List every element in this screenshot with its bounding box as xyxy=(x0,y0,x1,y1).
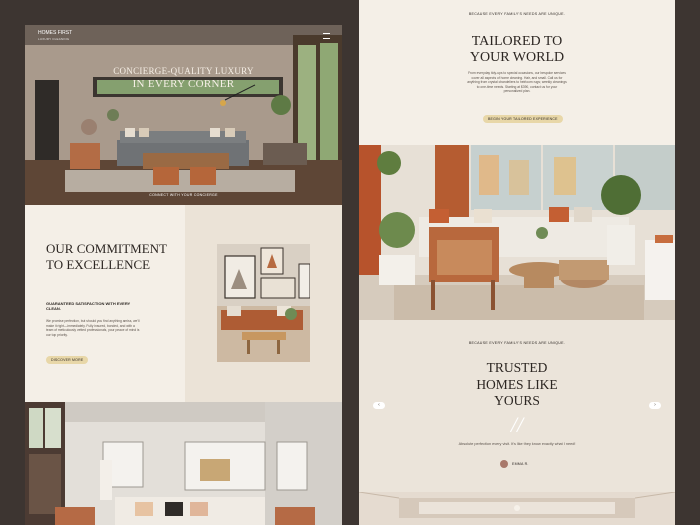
hero-title-line2: IN EVERY CORNER xyxy=(132,78,235,90)
ceiling-photo xyxy=(359,492,675,525)
left-column: HOMES FIRST LUXURY CLEANING CONCIERGE-QU… xyxy=(25,25,342,525)
brand-tagline: LUXURY CLEANING xyxy=(38,37,70,41)
hero-title-line1: CONCIERGE-QUALITY LUXURY xyxy=(113,66,254,76)
bedroom-art-photo xyxy=(217,244,310,362)
prev-testimonial-button[interactable]: ‹ xyxy=(373,402,385,409)
hero-living-room-photo xyxy=(25,25,342,205)
tailored-eyebrow: BECAUSE EVERY FAMILY'S NEEDS ARE UNIQUE. xyxy=(468,12,566,16)
bright-living-room-photo xyxy=(25,402,342,525)
commitment-subtitle: GUARANTEED SATISFACTION WITH EVERY CLEAN… xyxy=(46,301,131,311)
testimonials-section: BECAUSE EVERY FAMILY'S NEEDS ARE UNIQUE.… xyxy=(359,320,675,492)
tailored-section: BECAUSE EVERY FAMILY'S NEEDS ARE UNIQUE.… xyxy=(359,0,675,145)
commitment-section: OUR COMMITMENT TO EXCELLENCE GUARANTEED … xyxy=(25,205,342,402)
quote-mark-icon: // xyxy=(510,412,524,437)
right-column: BECAUSE EVERY FAMILY'S NEEDS ARE UNIQUE.… xyxy=(359,0,675,525)
ceiling-photo-section xyxy=(359,492,675,525)
hero-section: HOMES FIRST LUXURY CLEANING CONCIERGE-QU… xyxy=(25,25,342,205)
sunlit-living-room-photo xyxy=(359,145,675,320)
tailored-title: TAILORED TO YOUR WORLD xyxy=(469,34,565,65)
commitment-body: We promise perfection, but should you fi… xyxy=(46,319,140,337)
menu-icon[interactable] xyxy=(323,33,330,39)
living-room-photo-section xyxy=(359,145,675,320)
author-avatar xyxy=(500,459,508,468)
next-testimonial-button[interactable]: › xyxy=(649,402,661,409)
commitment-photo xyxy=(217,244,310,362)
commitment-title: OUR COMMITMENT TO EXCELLENCE xyxy=(46,241,167,272)
brand-logo[interactable]: HOMES FIRST LUXURY CLEANING xyxy=(38,30,72,42)
trusted-title: TRUSTED HOMES LIKE YOURS xyxy=(476,360,558,408)
hero-title: CONCIERGE-QUALITY LUXURY IN EVERY CORNER xyxy=(25,65,342,91)
testimonial-quote: Absolute perfection every visit. It's li… xyxy=(458,442,576,446)
begin-tailored-experience-button[interactable]: BEGIN YOUR TAILORED EXPERIENCE xyxy=(483,115,563,123)
author-name: EMMA R. xyxy=(512,461,529,466)
testimonial-author: EMMA R. xyxy=(500,459,529,468)
discover-more-button[interactable]: DISCOVER MORE xyxy=(46,356,89,364)
interior-photo-section xyxy=(25,402,342,525)
tailored-body: From everyday tidy-ups to special occasi… xyxy=(467,71,567,94)
hero-cta-link[interactable]: CONNECT WITH YOUR CONCIERGE xyxy=(25,193,342,197)
trusted-eyebrow: BECAUSE EVERY FAMILY'S NEEDS ARE UNIQUE. xyxy=(468,341,566,345)
